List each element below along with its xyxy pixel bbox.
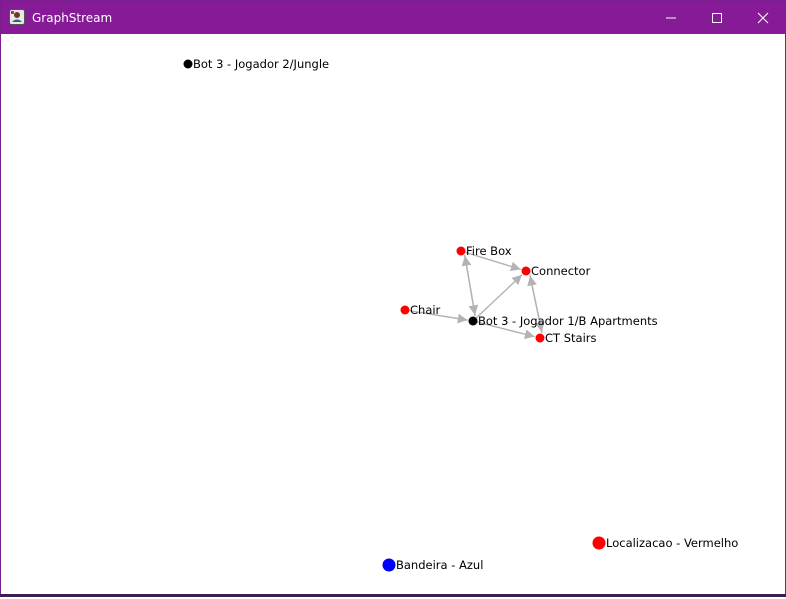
maximize-button[interactable] xyxy=(694,1,740,34)
node-label-jungle: Bot 3 - Jogador 2/Jungle xyxy=(193,57,329,71)
node-label-chair: Chair xyxy=(410,303,441,317)
minimize-button[interactable] xyxy=(648,1,694,34)
node-ctstairs[interactable] xyxy=(535,333,545,343)
graphstream-window: GraphStream Bot 3 - Jogador 2/Jungle Fir… xyxy=(0,0,786,597)
java-app-icon xyxy=(9,9,25,25)
maximize-icon xyxy=(712,13,722,23)
graph-view[interactable]: Bot 3 - Jogador 2/Jungle Fire Box Connecto… xyxy=(1,34,785,595)
close-button[interactable] xyxy=(740,1,786,34)
node-bot1[interactable] xyxy=(468,316,478,326)
title-bar[interactable]: GraphStream xyxy=(1,1,785,34)
node-jungle[interactable] xyxy=(183,59,193,69)
window-title: GraphStream xyxy=(32,11,113,25)
node-label-azul: Bandeira - Azul xyxy=(396,558,483,572)
node-label-bot1: Bot 3 - Jogador 1/B Apartments xyxy=(478,314,658,328)
node-label-firebox: Fire Box xyxy=(466,244,512,258)
minimize-icon xyxy=(666,17,676,19)
node-label-vermelho: Localizacao - Vermelho xyxy=(606,536,738,550)
node-vermelho[interactable] xyxy=(592,536,606,550)
edge-bot1-to-firebox xyxy=(461,255,476,317)
graph-canvas[interactable]: Bot 3 - Jogador 2/Jungle Fire Box Connecto… xyxy=(1,34,785,595)
close-icon xyxy=(757,12,769,24)
node-label-connector: Connector xyxy=(531,264,591,278)
node-chair[interactable] xyxy=(400,305,410,315)
nodes-layer: Bot 3 - Jogador 2/Jungle Fire Box Connecto… xyxy=(183,57,738,572)
edge-bot1-to-connector xyxy=(475,274,523,319)
node-azul[interactable] xyxy=(382,558,396,572)
node-label-ctstairs: CT Stairs xyxy=(545,331,596,345)
node-connector[interactable] xyxy=(521,266,531,276)
node-firebox[interactable] xyxy=(456,246,466,256)
